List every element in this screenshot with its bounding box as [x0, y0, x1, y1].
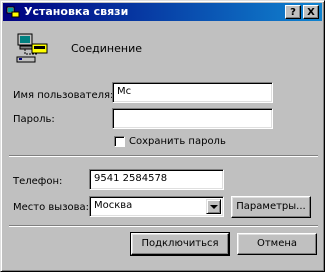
chevron-down-icon [210, 205, 218, 209]
username-label: Имя пользователя: [13, 90, 114, 101]
phone-label: Телефон: [13, 176, 63, 187]
title-bar[interactable]: Установка связи ? X [3, 3, 322, 21]
window-title: Установка связи [24, 5, 129, 18]
save-password-checkbox[interactable] [114, 136, 125, 147]
dial-from-select[interactable]: Москва [89, 196, 224, 217]
password-label: Пароль: [13, 114, 55, 125]
dial-from-value: Москва [94, 200, 133, 211]
password-field[interactable] [112, 108, 273, 129]
connect-button[interactable]: Подключиться [130, 232, 230, 256]
cancel-button[interactable]: Отмена [237, 233, 317, 255]
save-password-label[interactable]: Сохранить пароль [129, 136, 226, 147]
dial-up-icon [6, 6, 20, 18]
connection-name: Соединение [71, 42, 143, 55]
help-button[interactable]: ? [285, 5, 301, 19]
separator [9, 155, 318, 157]
dial-from-label: Место вызова: [13, 202, 90, 213]
connect-dialog-window: Установка связи ? X Соединение Имя польз… [0, 0, 325, 272]
separator [9, 225, 318, 227]
dropdown-button[interactable] [206, 199, 221, 214]
username-field[interactable]: Mc [112, 82, 273, 103]
phone-field[interactable]: 9541 2584578 [89, 169, 224, 190]
parameters-button[interactable]: Параметры... [231, 196, 311, 218]
close-button[interactable]: X [303, 5, 319, 19]
connection-icon [16, 33, 48, 63]
